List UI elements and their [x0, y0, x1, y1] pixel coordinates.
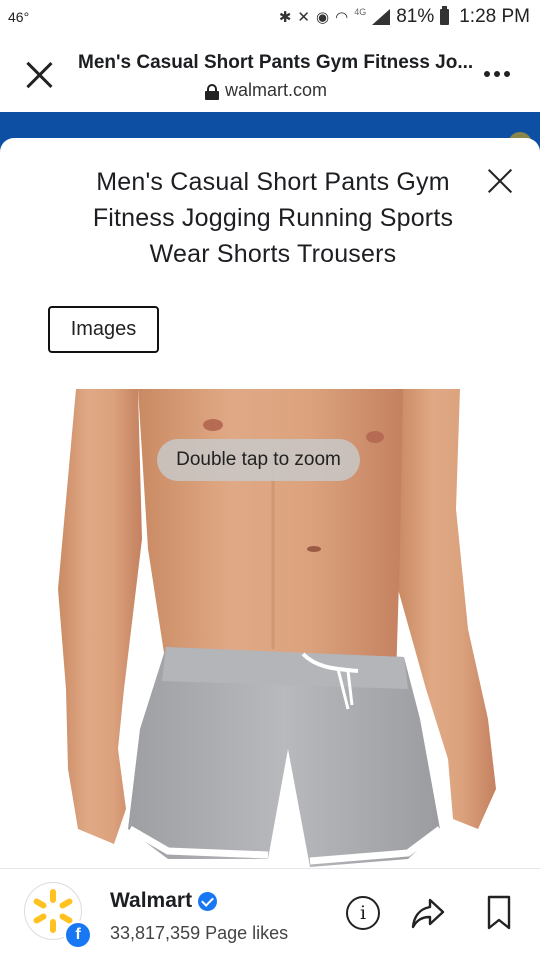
more-icon[interactable]	[484, 71, 510, 77]
battery-percent: 81%	[396, 6, 435, 27]
sheet-close-icon[interactable]	[486, 166, 516, 196]
bookmark-icon[interactable]	[486, 895, 512, 931]
page-likes: 33,817,359 Page likes	[110, 923, 289, 943]
alarm-icon: ◉	[316, 9, 330, 26]
wifi-icon: ◠	[335, 9, 349, 26]
facebook-badge-icon: f	[64, 921, 92, 949]
page-name-text: Walmart	[110, 889, 193, 912]
browser-header: Men's Casual Short Pants Gym Fitness Jo.…	[0, 36, 540, 112]
page-info-bar: f Walmart 33,817,359 Page likes i	[0, 868, 540, 961]
verified-icon	[198, 891, 218, 911]
share-icon[interactable]	[410, 896, 446, 930]
mute-icon: ✕	[297, 9, 310, 26]
status-icons: ✱ ✕ ◉ ◠ 4G 81% 1:28 PM	[279, 6, 530, 28]
weather-temperature: 46°	[8, 9, 30, 25]
product-title: Men's Casual Short Pants Gym Fitness Jog…	[92, 168, 454, 268]
network-type: 4G	[354, 7, 367, 17]
info-icon[interactable]: i	[346, 896, 380, 930]
signal-icon	[372, 9, 391, 25]
status-bar: 46° ✱ ✕ ◉ ◠ 4G 81% 1:28 PM	[0, 0, 540, 36]
page-name[interactable]: Walmart	[110, 889, 218, 913]
clock: 1:28 PM	[459, 6, 530, 27]
bluetooth-icon: ✱	[278, 9, 292, 26]
images-button[interactable]: Images	[48, 306, 159, 353]
browser-page-title: Men's Casual Short Pants Gym Fitness Jo.…	[78, 52, 474, 73]
zoom-hint: Double tap to zoom	[157, 439, 360, 481]
close-icon[interactable]	[24, 60, 54, 90]
browser-url: walmart.com	[205, 80, 327, 101]
url-text: walmart.com	[225, 80, 328, 100]
battery-icon	[440, 6, 450, 25]
lock-icon	[205, 83, 219, 100]
